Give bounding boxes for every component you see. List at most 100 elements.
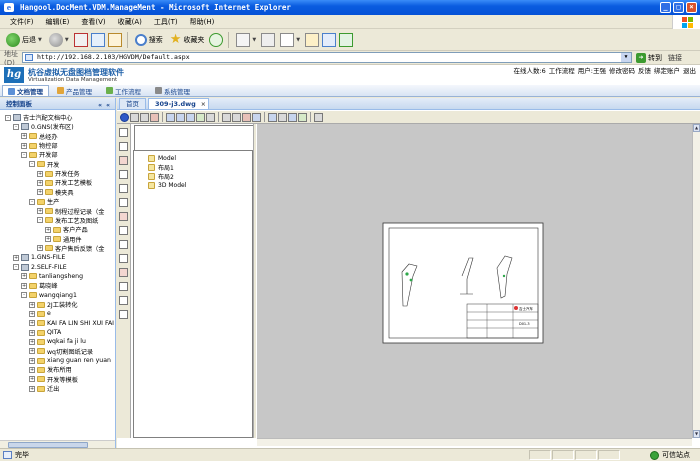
zoom-window-icon[interactable]	[186, 112, 195, 122]
edit-button[interactable]: ▼	[278, 31, 302, 49]
expand-toggle-icon[interactable]: +	[21, 133, 27, 140]
snapshot-icon[interactable]	[298, 112, 307, 122]
measure-icon[interactable]	[119, 142, 128, 151]
links-button[interactable]: 链接	[668, 53, 682, 63]
tree-node[interactable]: +1.GNS-FILE	[13, 253, 65, 262]
tree-node[interactable]: + wqkai fa ji lu	[29, 337, 86, 346]
expand-toggle-icon[interactable]: +	[13, 254, 19, 261]
minimize-button[interactable]: _	[660, 2, 671, 13]
menu-favorites[interactable]: 收藏(A)	[112, 15, 148, 28]
collapse-toggle-icon[interactable]: -	[5, 114, 11, 121]
zoom-previous-icon[interactable]	[206, 112, 215, 122]
menu-view[interactable]: 查看(V)	[75, 15, 111, 28]
close-button[interactable]: ×	[686, 2, 697, 13]
expand-toggle-icon[interactable]: +	[37, 179, 43, 186]
tree-node[interactable]: - 生产	[29, 197, 59, 206]
expand-toggle-icon[interactable]: +	[37, 208, 43, 214]
tree-node[interactable]: + 客户售后反馈（金	[37, 244, 105, 253]
select-icon[interactable]	[119, 128, 128, 137]
collapse-toggle-icon[interactable]: -	[21, 151, 27, 158]
tree-node[interactable]: + 物控部	[21, 141, 58, 150]
menu-tools[interactable]: 工具(T)	[148, 15, 184, 28]
tree-horizontal-scrollbar[interactable]	[0, 440, 115, 448]
tab-document-management[interactable]: 文档管理	[2, 85, 49, 96]
expand-toggle-icon[interactable]: +	[45, 226, 51, 233]
layout-item-model[interactable]: Model	[148, 154, 176, 162]
canvas-vertical-scrollbar[interactable]: ▲ ▼	[692, 124, 700, 438]
expand-toggle-icon[interactable]: +	[29, 329, 35, 336]
rectangle-icon[interactable]	[119, 212, 128, 221]
tree-node[interactable]: + 客户产品	[45, 225, 88, 234]
expand-toggle-icon[interactable]: +	[37, 245, 43, 252]
tree-node[interactable]: + 开发任务	[37, 169, 80, 178]
zoom-in-icon[interactable]	[166, 112, 175, 122]
stop-icon[interactable]	[73, 32, 88, 47]
print-icon[interactable]	[130, 112, 139, 122]
forward-button[interactable]: ▼	[47, 31, 71, 49]
media-icon[interactable]	[209, 32, 224, 47]
pan-icon[interactable]	[268, 112, 277, 122]
print-preview-icon[interactable]	[140, 112, 149, 122]
tree-node[interactable]: + e	[29, 309, 51, 318]
layout-item-1[interactable]: 布局1	[148, 163, 174, 172]
go-button[interactable]: ➜ 转到	[636, 52, 662, 63]
splitter[interactable]	[253, 124, 256, 438]
tree-node[interactable]: + wq切割图纸记录	[29, 347, 93, 356]
menu-file[interactable]: 文件(F)	[4, 15, 40, 28]
expand-toggle-icon[interactable]: +	[29, 376, 35, 383]
layer-toggle-icon[interactable]	[119, 296, 128, 305]
warning-icon[interactable]	[119, 282, 128, 291]
tree-node[interactable]: + 迁出	[29, 384, 59, 393]
color-icon[interactable]	[242, 112, 251, 122]
expand-toggle-icon[interactable]: +	[29, 357, 35, 364]
collapse-toggle-icon[interactable]: -	[29, 161, 35, 168]
tree-node[interactable]: - 吉士汽配文档中心	[5, 113, 73, 122]
tree-node[interactable]: + 模夹具	[37, 188, 74, 197]
tree-node[interactable]: - 开发	[29, 160, 59, 169]
zoom-out-icon[interactable]	[176, 112, 185, 122]
scroll-up-icon[interactable]: ▲	[693, 124, 700, 132]
line-icon[interactable]	[222, 112, 231, 122]
expand-toggle-icon[interactable]: +	[29, 366, 35, 373]
scroll-down-icon[interactable]: ▼	[693, 430, 700, 438]
research-icon[interactable]	[322, 32, 337, 47]
tab-system-management[interactable]: 系统管理	[149, 85, 196, 96]
expand-toggle-icon[interactable]: +	[29, 338, 35, 345]
expand-toggle-icon[interactable]: +	[21, 142, 27, 149]
tree-node[interactable]: + QITA	[29, 328, 61, 337]
canvas-horizontal-scrollbar[interactable]	[257, 438, 692, 446]
tree-node[interactable]: - 发布工艺及图纸	[37, 216, 98, 225]
tab-dwg-file[interactable]: 309-j3.dwg ×	[148, 98, 209, 109]
expand-toggle-icon[interactable]: +	[37, 170, 43, 177]
tree-node[interactable]: - wangqiang1	[21, 291, 77, 300]
tree-node[interactable]: + tanliangsheng	[21, 272, 83, 281]
display-icon[interactable]	[252, 112, 261, 122]
pen-icon[interactable]	[150, 112, 159, 122]
text-icon[interactable]	[119, 170, 128, 179]
stamp-icon[interactable]	[119, 254, 128, 263]
back-button[interactable]: 后退 ▼	[4, 31, 44, 49]
magnify-icon[interactable]	[288, 112, 297, 122]
export-icon[interactable]	[119, 310, 128, 319]
tree-node[interactable]: - 0.GNS(发布区)	[13, 122, 74, 131]
tree-node[interactable]: - 开发部	[21, 150, 58, 159]
arrow-icon[interactable]	[119, 198, 128, 207]
mail-button[interactable]: ▼	[234, 31, 258, 49]
hand-icon[interactable]	[278, 112, 287, 122]
drawing-canvas[interactable]: 吉士汽车 D01-3	[257, 124, 692, 438]
menu-edit[interactable]: 编辑(E)	[40, 15, 76, 28]
expand-toggle-icon[interactable]: +	[29, 348, 35, 355]
circle-icon[interactable]	[119, 226, 128, 235]
messenger-icon[interactable]	[339, 32, 354, 47]
tree-node[interactable]: + KAI FA LIN SHI XUI FAI	[29, 319, 114, 328]
polyline-icon[interactable]	[119, 240, 128, 249]
tree-node[interactable]: + 发布所用	[29, 365, 72, 374]
tree-node[interactable]: + 开发等模板	[29, 375, 78, 384]
expand-toggle-icon[interactable]: +	[21, 282, 27, 289]
favorites-button[interactable]: ★ 收藏夹	[168, 31, 207, 49]
collapse-toggle-icon[interactable]: -	[29, 198, 35, 205]
change-password-link[interactable]: 修改密码	[609, 65, 635, 75]
tab-home[interactable]: 首页	[119, 98, 146, 109]
discuss-icon[interactable]	[305, 32, 320, 47]
expand-toggle-icon[interactable]: +	[37, 189, 43, 196]
